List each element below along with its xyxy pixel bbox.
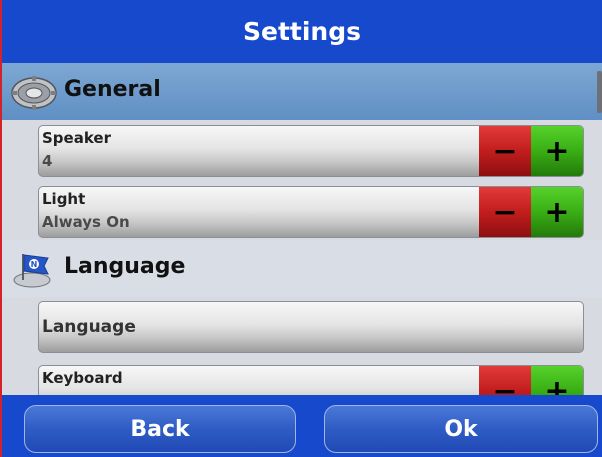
- light-setting[interactable]: Light Always On − +: [38, 186, 584, 238]
- keyboard-increase-button[interactable]: +: [531, 366, 583, 395]
- speaker-decrease-button[interactable]: −: [479, 126, 531, 176]
- section-header-language: N Language: [2, 240, 602, 297]
- title-bar: Settings: [2, 0, 602, 63]
- scrollbar-thumb[interactable]: [597, 71, 602, 113]
- speaker-label: Speaker: [42, 129, 111, 147]
- ok-button[interactable]: Ok: [324, 405, 598, 453]
- light-label: Light: [42, 190, 86, 208]
- keyboard-decrease-button[interactable]: −: [479, 366, 531, 395]
- language-setting[interactable]: Language: [38, 301, 584, 353]
- light-value: Always On: [42, 213, 130, 231]
- page-title: Settings: [242, 17, 361, 46]
- light-increase-button[interactable]: +: [531, 187, 583, 237]
- section-header-general: General: [2, 63, 602, 120]
- settings-list[interactable]: General Speaker 4 − + Light Always On − …: [2, 63, 602, 395]
- language-label: Language: [42, 317, 136, 337]
- section-title-general: General: [64, 77, 161, 102]
- keyboard-label: Keyboard: [42, 369, 123, 387]
- speaker-increase-button[interactable]: +: [531, 126, 583, 176]
- keyboard-setting[interactable]: Keyboard − +: [38, 365, 584, 395]
- svg-text:N: N: [31, 260, 38, 269]
- speaker-value: 4: [42, 152, 53, 170]
- bottom-bar: Back Ok: [2, 395, 602, 457]
- section-title-language: Language: [64, 254, 186, 279]
- flag-globe-icon: N: [13, 254, 51, 288]
- light-decrease-button[interactable]: −: [479, 187, 531, 237]
- gear-icon: [11, 76, 57, 110]
- back-button[interactable]: Back: [24, 405, 296, 453]
- speaker-setting[interactable]: Speaker 4 − +: [38, 125, 584, 177]
